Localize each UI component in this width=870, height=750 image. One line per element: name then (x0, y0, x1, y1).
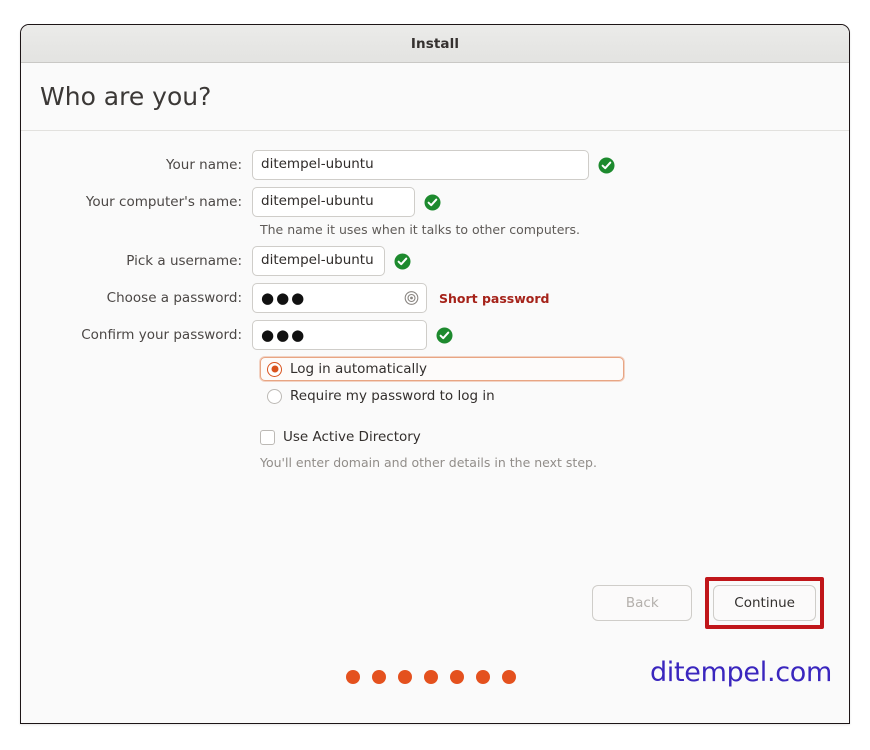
field-row-confirm-password: Confirm your password: ●●● (21, 320, 849, 350)
eye-reveal-icon[interactable] (404, 291, 419, 306)
progress-dot (398, 670, 412, 684)
page-title: Who are you? (40, 82, 212, 111)
label-computer-name: Your computer's name: (85, 194, 242, 210)
radio-selected-icon (267, 361, 282, 377)
continue-button[interactable]: Continue (713, 585, 816, 621)
wizard-buttons: Back Continue (592, 577, 824, 629)
page-heading-area: Who are you? (21, 63, 849, 131)
progress-dot (450, 670, 464, 684)
check-circle-icon (424, 194, 441, 211)
radio-unselected-icon (267, 388, 282, 404)
window-titlebar: Install (21, 25, 849, 63)
computer-name-hint: The name it uses when it talks to other … (260, 222, 581, 237)
field-row-your-name: Your name: ditempel-ubuntu (21, 150, 849, 180)
progress-dots (346, 670, 516, 684)
checkbox-label-active-directory: Use Active Directory (283, 429, 421, 445)
progress-dot (372, 670, 386, 684)
active-directory-hint: You'll enter domain and other details in… (260, 455, 597, 470)
confirm-password-input[interactable]: ●●● (252, 320, 427, 350)
field-row-password: Choose a password: ●●● Short password (21, 283, 849, 313)
check-circle-icon (394, 253, 411, 270)
user-setup-form: Your name: ditempel-ubuntu Your computer… (21, 131, 849, 470)
progress-dot (476, 670, 490, 684)
confirm-password-value: ●●● (261, 325, 307, 344)
password-input[interactable]: ●●● (252, 283, 427, 313)
back-button[interactable]: Back (592, 585, 693, 621)
username-value: ditempel-ubuntu (261, 252, 374, 269)
label-username: Pick a username: (126, 253, 242, 269)
login-options-group: Log in automatically Require my password… (260, 357, 849, 408)
progress-dot (502, 670, 516, 684)
progress-dot (346, 670, 360, 684)
your-name-value: ditempel-ubuntu (261, 156, 374, 173)
label-password: Choose a password: (106, 290, 242, 306)
radio-log-in-automatically[interactable]: Log in automatically (260, 357, 624, 381)
radio-label-require-password: Require my password to log in (290, 388, 495, 404)
check-circle-icon (436, 327, 453, 344)
checkbox-unchecked-icon (260, 429, 275, 445)
radio-require-password[interactable]: Require my password to log in (260, 384, 624, 408)
check-circle-icon (598, 157, 615, 174)
progress-dot (424, 670, 438, 684)
username-input[interactable]: ditempel-ubuntu (252, 246, 385, 276)
label-confirm-password: Confirm your password: (81, 327, 242, 343)
your-name-input[interactable]: ditempel-ubuntu (252, 150, 589, 180)
password-strength-warning: Short password (439, 290, 550, 306)
password-value: ●●● (261, 288, 307, 307)
computer-name-input[interactable]: ditempel-ubuntu (252, 187, 415, 217)
field-row-computer-name: Your computer's name: ditempel-ubuntu (21, 187, 849, 217)
computer-name-value: ditempel-ubuntu (261, 193, 374, 210)
label-your-name: Your name: (166, 157, 242, 173)
window-title: Install (410, 35, 460, 52)
checkbox-use-active-directory[interactable]: Use Active Directory (260, 426, 849, 448)
install-window: Install Who are you? Your name: ditempel… (20, 24, 850, 724)
radio-label-log-in-automatically: Log in automatically (290, 361, 428, 377)
continue-button-highlight: Continue (705, 577, 824, 629)
field-row-username: Pick a username: ditempel-ubuntu (21, 246, 849, 276)
watermark: ditempel.com (649, 657, 832, 688)
